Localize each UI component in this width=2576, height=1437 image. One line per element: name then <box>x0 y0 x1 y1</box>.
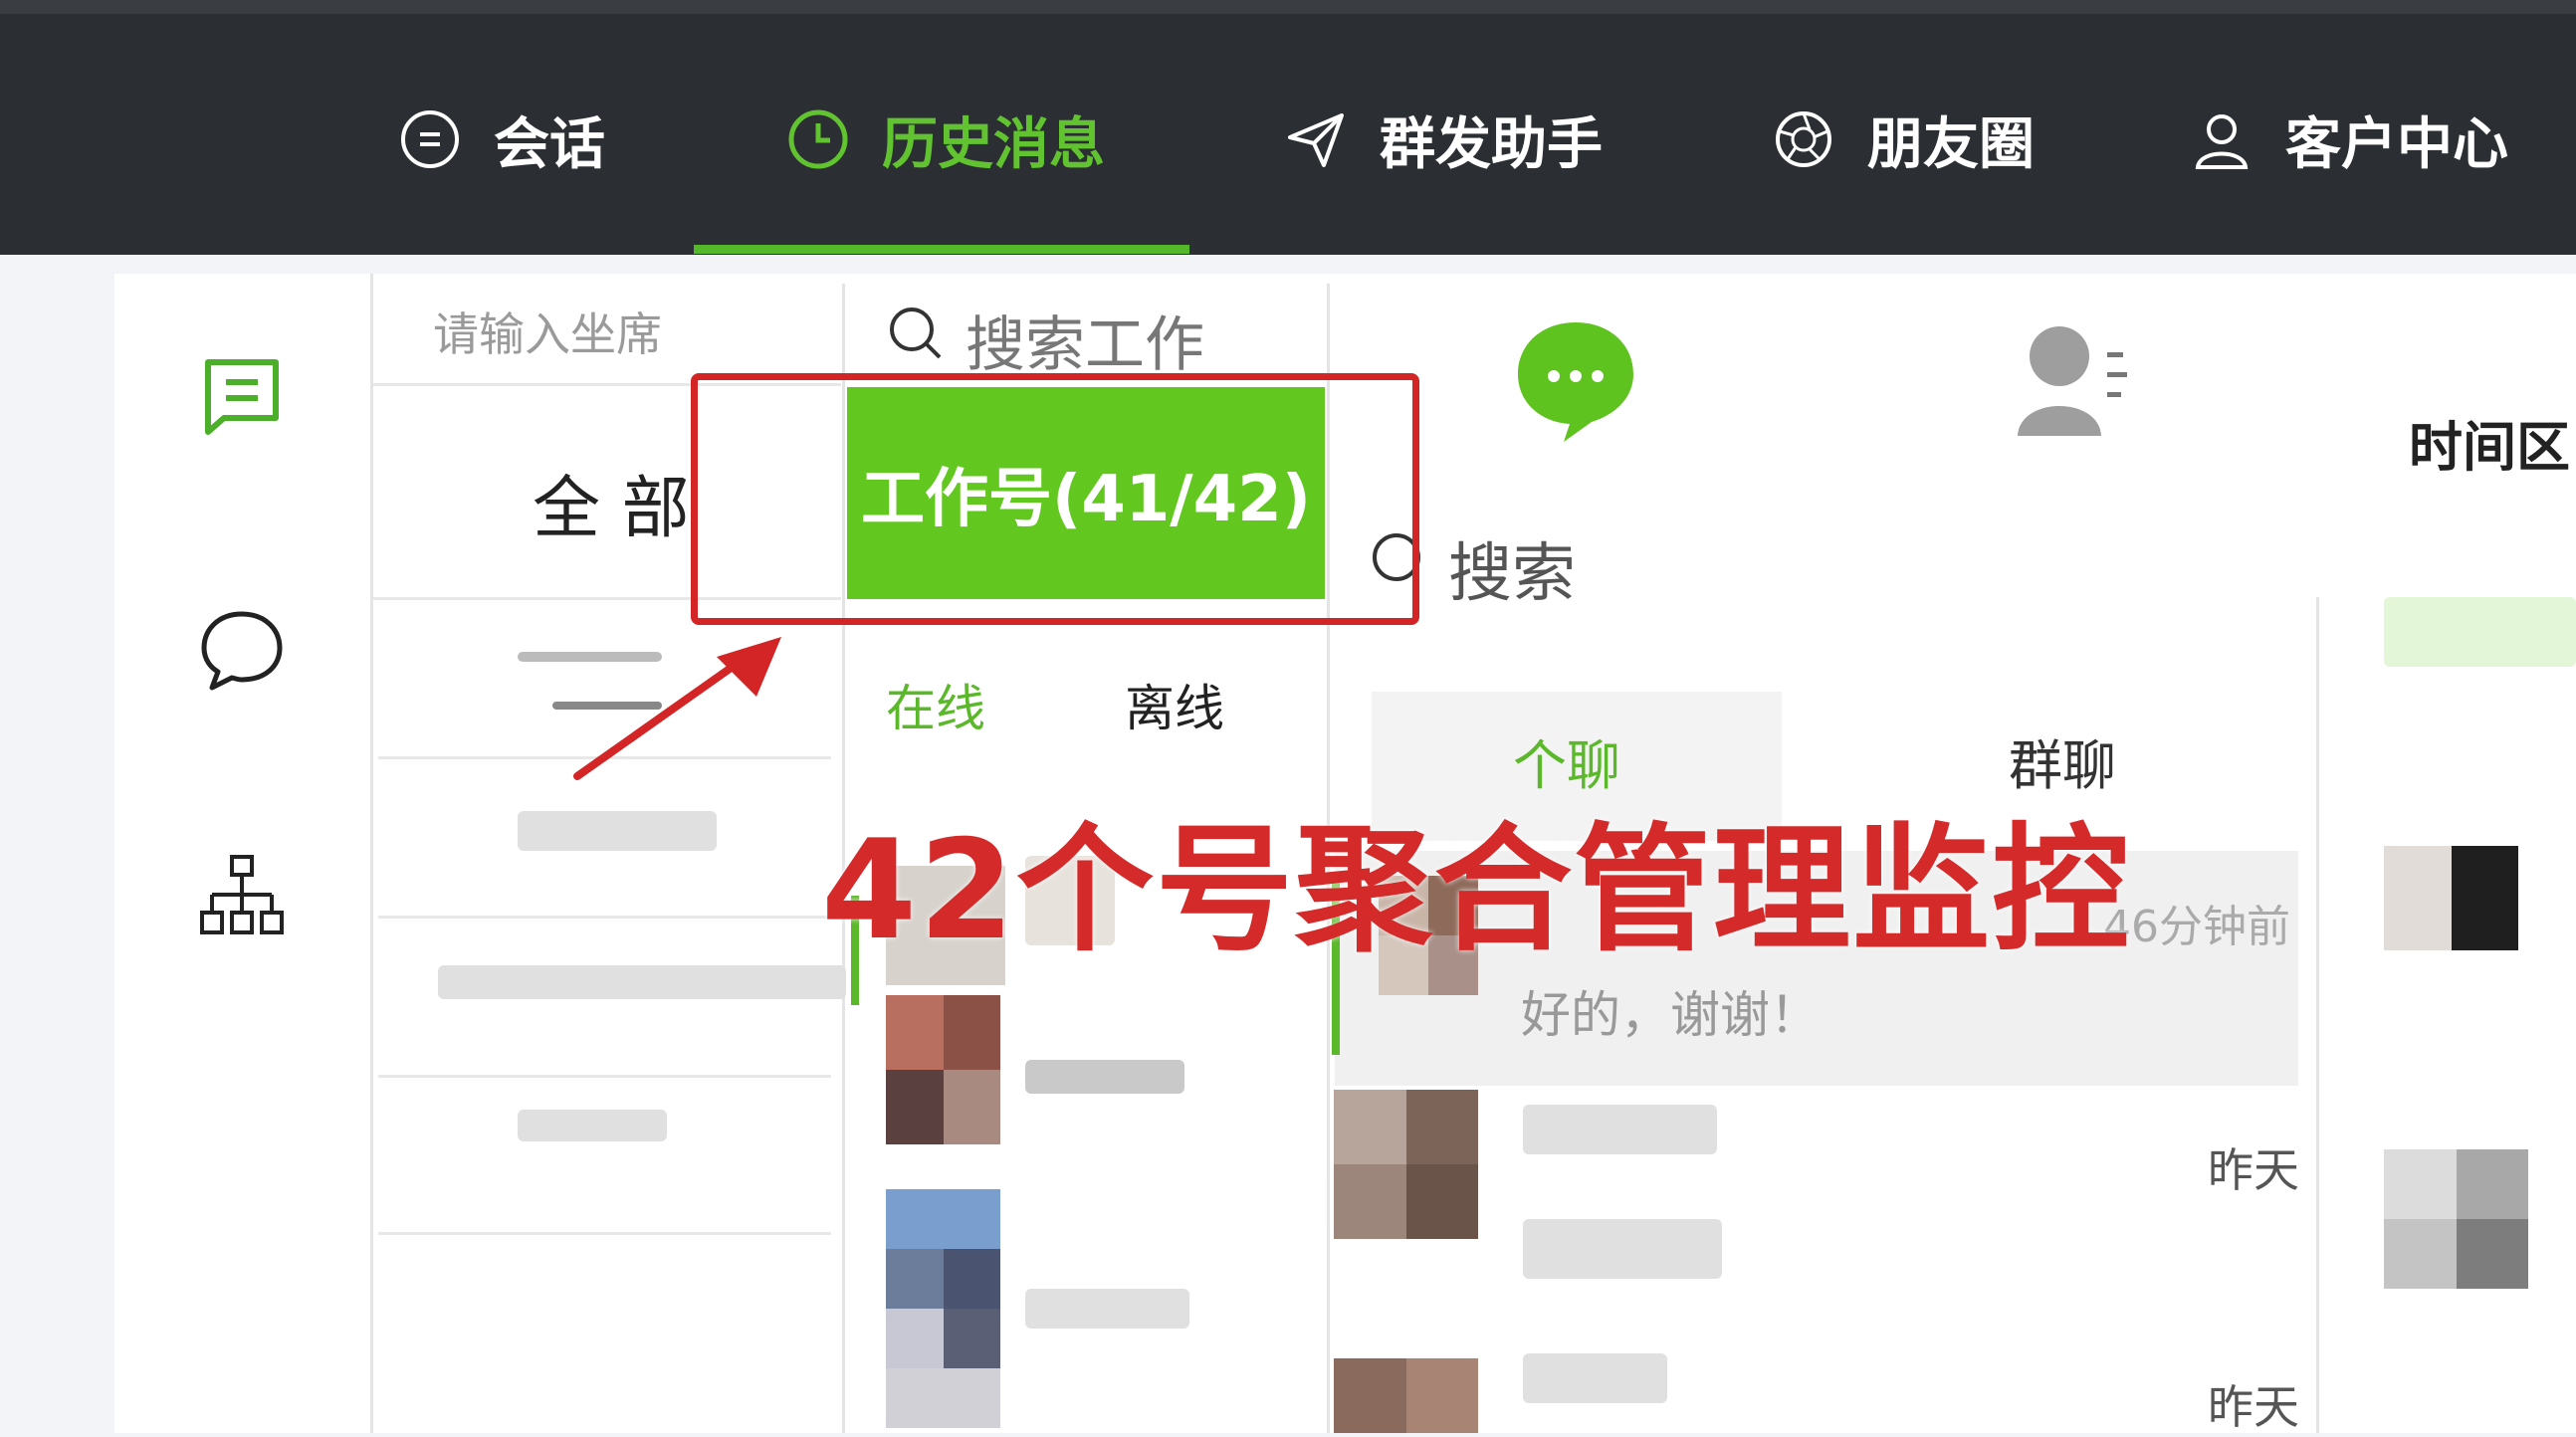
avatar[interactable] <box>1334 1358 1478 1433</box>
nav-label: 客户中心 <box>2285 111 2508 177</box>
avatar[interactable] <box>2384 846 2518 950</box>
paper-plane-icon <box>1288 113 1344 167</box>
left-icon-rail <box>114 274 367 1433</box>
active-tab-indicator <box>694 245 1189 254</box>
divider <box>378 1075 831 1078</box>
chat-preview-blur <box>1523 1219 1722 1279</box>
speech-bubble-icon[interactable] <box>194 602 290 698</box>
seat-list-item[interactable] <box>438 965 846 999</box>
chat-time: 46分钟前 <box>2103 902 2290 952</box>
seat-search-input[interactable]: 请输入坐席 <box>433 299 662 364</box>
nav-item-moments[interactable]: 朋友圈 <box>1772 95 2035 184</box>
avatar[interactable] <box>1334 1090 1478 1239</box>
nav-item-sessions[interactable]: 会话 <box>398 95 605 184</box>
user-icon <box>2195 114 2249 169</box>
nav-item-customer-center[interactable]: 客户中心 <box>2190 95 2508 184</box>
account-name-blur <box>1025 1289 1189 1329</box>
time-zone-header: 时间区 <box>2409 416 2570 479</box>
chat-preview: 好的，谢谢！ <box>1521 986 1820 1044</box>
account-name-blur <box>1025 1060 1184 1094</box>
divider <box>2316 597 2319 1433</box>
divider <box>370 274 373 1433</box>
arrow-icon <box>573 637 781 780</box>
tab-online[interactable]: 在线 <box>886 669 985 740</box>
seat-list-item[interactable] <box>518 811 717 851</box>
nav-item-history[interactable]: 历史消息 <box>786 95 1105 184</box>
wechat-bubble-icon <box>1518 322 1633 442</box>
seat-list-item[interactable] <box>518 1110 667 1141</box>
tab-offline[interactable]: 离线 <box>1125 669 1224 740</box>
chat-search-input[interactable]: 搜索 <box>1448 522 1576 614</box>
nav-label: 历史消息 <box>882 111 1105 177</box>
avatar[interactable] <box>2384 1149 2528 1289</box>
chat-name-blur <box>1523 1105 1717 1154</box>
annotation-caption: 42个号聚合管理监控 <box>821 810 2132 970</box>
nav-label: 朋友圈 <box>1867 111 2035 177</box>
message-list-icon[interactable] <box>194 348 290 444</box>
nav-item-broadcast[interactable]: 群发助手 <box>1284 95 1603 184</box>
right-row-highlight <box>2384 597 2576 667</box>
avatar[interactable] <box>886 1189 1000 1428</box>
chat-bubble-icon <box>401 110 459 168</box>
contact-card-icon[interactable] <box>2016 318 2135 438</box>
seat-filter-all[interactable]: 全 部 <box>533 453 690 551</box>
chat-name-blur <box>1523 1353 1667 1403</box>
aperture-icon <box>1776 111 1831 167</box>
chat-time: 昨天 <box>2208 1143 2299 1197</box>
divider <box>378 1232 831 1235</box>
search-icon <box>890 308 942 359</box>
org-chart-icon[interactable] <box>194 851 290 946</box>
highlight-box <box>691 373 1419 625</box>
top-nav-edge <box>0 0 2576 14</box>
nav-label: 会话 <box>494 111 605 177</box>
chat-time: 昨天 <box>2208 1380 2299 1434</box>
avatar[interactable] <box>886 995 1000 1144</box>
account-search-input[interactable]: 搜索工作 <box>966 297 1204 383</box>
clock-icon <box>788 109 848 169</box>
divider <box>378 916 831 919</box>
nav-label: 群发助手 <box>1380 111 1603 177</box>
